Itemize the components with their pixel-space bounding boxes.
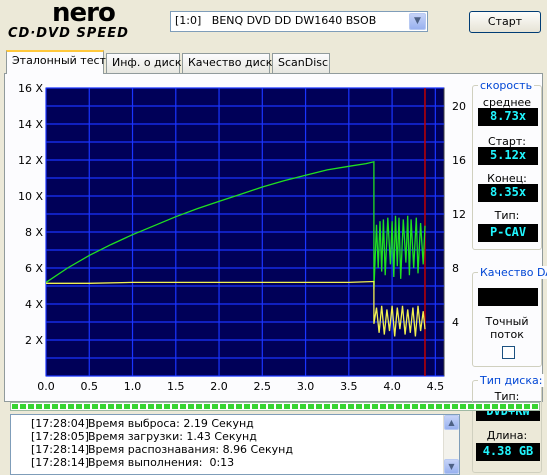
scroll-up-icon[interactable]: ▲ — [444, 415, 459, 430]
log-time: [17:28:04] — [31, 417, 89, 430]
y-left-tick-label: 4 X — [25, 298, 43, 311]
tab-disc-quality[interactable]: Качество диска — [182, 53, 279, 73]
tab-disc-info[interactable]: Инф. о диске — [106, 53, 188, 73]
log-time: [17:28:14] — [31, 443, 89, 456]
start-button[interactable]: Старт — [469, 11, 541, 33]
tab-scandisc[interactable]: ScanDisc — [272, 53, 330, 73]
accurate-stream-label-1: Точный — [485, 315, 529, 328]
speed-type-label: Тип: — [494, 209, 520, 222]
y-right-tick-label: 4 — [452, 316, 459, 329]
x-tick-label: 0.0 — [37, 380, 55, 393]
x-tick-label: 3.5 — [340, 380, 358, 393]
progress-fill — [12, 404, 538, 409]
y-right-tick-label: 20 — [452, 100, 466, 113]
dae-quality-group: Качество DAE Точный поток — [472, 266, 547, 367]
logo-brand: nero — [52, 0, 116, 28]
x-tick-label: 4.0 — [383, 380, 401, 393]
x-tick-label: 4.5 — [427, 380, 445, 393]
log-row: [17:28:14]Время распознавания: 8.96 Секу… — [11, 443, 459, 456]
chevron-down-icon[interactable]: ▼ — [409, 13, 426, 30]
y-left-tick-label: 8 X — [25, 226, 43, 239]
x-tick-label: 0.5 — [81, 380, 99, 393]
disc-type-group: Тип диска: Тип: DVD+RW Длина: 4.38 GB — [472, 374, 545, 473]
disc-length-value: 4.38 GB — [476, 443, 540, 461]
drive-select-value: [1:0] BENQ DVD DD DW1640 BSOB — [175, 14, 377, 27]
progress-bar — [10, 402, 540, 411]
avg-speed-value: 8.73x — [478, 108, 538, 126]
log-time: [17:28:05] — [31, 430, 89, 443]
log-time: [17:28:14] — [31, 456, 89, 469]
dae-quality-title: Качество DAE — [478, 266, 547, 279]
log-scrollbar[interactable]: ▲ ▼ — [443, 415, 459, 474]
y-left-tick-label: 14 X — [18, 118, 43, 131]
log-row: [17:28:05]Время загрузки: 1.43 Секунд — [11, 430, 459, 443]
speed-type-value: P-CAV — [478, 224, 538, 242]
log-message: Время выброса: 2.19 Секунд — [88, 417, 254, 430]
log-list[interactable]: [17:28:04]Время выброса: 2.19 Секунд [17… — [10, 414, 460, 475]
log-row: [17:28:14]Время выполнения: 0:13 — [11, 456, 459, 469]
disc-type-title: Тип диска: — [478, 374, 545, 387]
logo-product: CD·DVD SPEED — [8, 26, 129, 41]
benchmark-chart: 0.0 0.5 1.0 1.5 2.0 2.5 3.0 3.5 4.0 4.5 2 X 4 X 6 X 8… — [18, 82, 466, 393]
disc-length-label: Длина: — [486, 429, 528, 442]
log-message: Время распознавания: 8.96 Секунд — [88, 443, 293, 456]
log-message: Время выполнения: 0:13 — [88, 456, 235, 469]
y-left-tick-label: 2 X — [25, 334, 43, 347]
drive-select[interactable]: [1:0] BENQ DVD DD DW1640 BSOB ▼ — [170, 11, 428, 32]
scroll-down-icon[interactable]: ▼ — [444, 459, 459, 474]
x-tick-label: 2.5 — [254, 380, 272, 393]
accurate-stream-label-2: поток — [490, 328, 524, 341]
log-row: [17:28:04]Время выброса: 2.19 Секунд — [11, 417, 459, 430]
speed-group: скорость среднее 8.73x Старт: 5.12x Коне… — [472, 79, 542, 250]
log-message: Время загрузки: 1.43 Секунд — [88, 430, 257, 443]
y-right-tick-label: 16 — [452, 154, 466, 167]
x-tick-label: 2.0 — [210, 380, 228, 393]
dae-quality-value — [478, 288, 538, 306]
speed-group-title: скорость — [478, 79, 535, 92]
start-speed-value: 5.12x — [478, 147, 538, 165]
y-left-tick-label: 10 X — [18, 190, 43, 203]
y-left-tick-label: 6 X — [25, 262, 43, 275]
y-left-tick-label: 12 X — [18, 154, 43, 167]
nero-logo: nero CD·DVD SPEED — [4, 0, 164, 44]
x-tick-label: 1.0 — [124, 380, 142, 393]
tab-benchmark[interactable]: Эталонный тест — [6, 50, 106, 74]
end-speed-value: 8.35x — [478, 184, 538, 202]
accurate-stream-checkbox[interactable] — [502, 346, 515, 359]
x-tick-label: 3.0 — [297, 380, 315, 393]
x-tick-label: 1.5 — [167, 380, 185, 393]
y-right-tick-label: 12 — [452, 208, 466, 221]
y-left-tick-label: 16 X — [18, 82, 43, 95]
y-right-tick-label: 8 — [452, 262, 459, 275]
